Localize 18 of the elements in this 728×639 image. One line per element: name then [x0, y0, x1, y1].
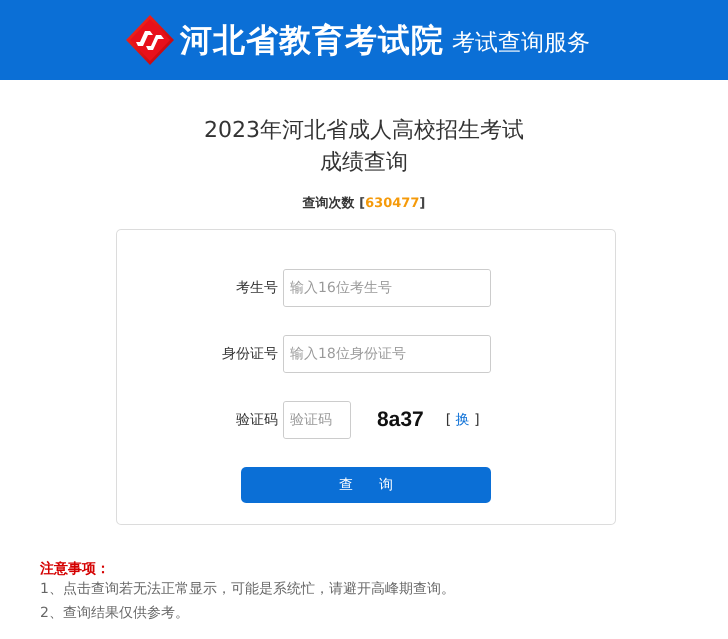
field-label: 考生号 — [235, 279, 278, 297]
input-field[interactable]: 输入16位考生号 — [283, 269, 491, 307]
page-subtitle: 成绩查询 — [320, 149, 408, 177]
refresh-captcha-link[interactable]: [ 换 ] — [446, 411, 480, 429]
site-title: 河北省教育考试院 — [180, 20, 444, 60]
captcha-code: 8a37 — [377, 408, 424, 432]
diamond-logo-icon — [126, 15, 174, 65]
field-label: 验证码 — [235, 411, 278, 429]
field-label: 身份证号 — [221, 345, 278, 363]
input-field[interactable]: 输入18位身份证号 — [283, 335, 491, 373]
page-title: 2023年河北省成人高校招生考试 — [204, 117, 524, 145]
notice-title: 注意事项： — [40, 562, 110, 577]
query-count-text: 查询次数 [630477] — [302, 195, 426, 213]
site-subtitle: 考试查询服务 — [452, 29, 590, 58]
notice-text: 2、查询结果仅供参考。 — [40, 604, 189, 623]
notice-text: 1、点击查询若无法正常显示，可能是系统忙，请避开高峰期查询。 — [40, 580, 455, 599]
query-button[interactable]: 查 询 — [241, 467, 491, 503]
captcha-input[interactable]: 验证码 — [283, 401, 351, 439]
